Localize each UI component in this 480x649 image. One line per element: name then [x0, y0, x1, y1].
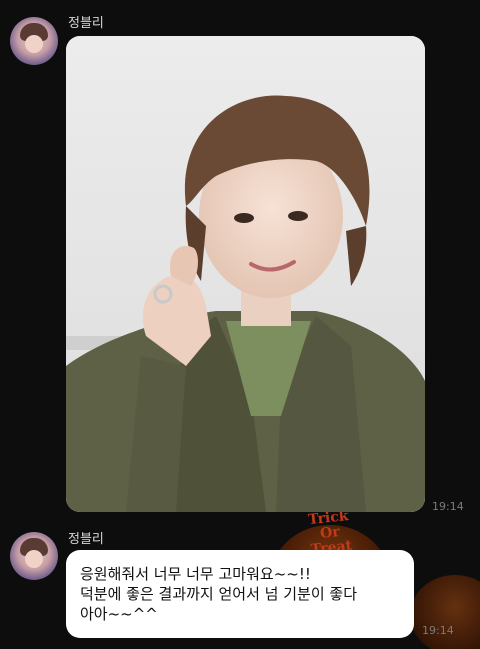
avatar[interactable]	[10, 532, 58, 580]
message-line: 덕분에 좋은 결과까지 얻어서 넘 기분이 좋다	[80, 585, 358, 603]
photo-attachment[interactable]	[66, 36, 425, 512]
pumpkin-decoration	[410, 575, 480, 649]
avatar[interactable]	[10, 17, 58, 65]
sender-name: 정블리	[68, 16, 104, 31]
sender-name: 정블리	[68, 532, 104, 547]
chat-screen: Trick Or Treat 정블리 19:14 정블리 응원해줘서 너무 너무…	[0, 0, 480, 649]
photo-image	[66, 36, 425, 512]
message-line: 응원해줘서 너무 너무 고마워요~~!!	[80, 565, 311, 583]
text-bubble[interactable]: 응원해줘서 너무 너무 고마워요~~!! 덕분에 좋은 결과까지 얻어서 넘 기…	[66, 550, 414, 638]
message-line: 아아~~^^	[80, 605, 158, 623]
message-timestamp: 19:14	[432, 500, 464, 513]
avatar-face	[25, 550, 43, 568]
message-timestamp: 19:14	[422, 624, 454, 637]
avatar-face	[25, 35, 43, 53]
